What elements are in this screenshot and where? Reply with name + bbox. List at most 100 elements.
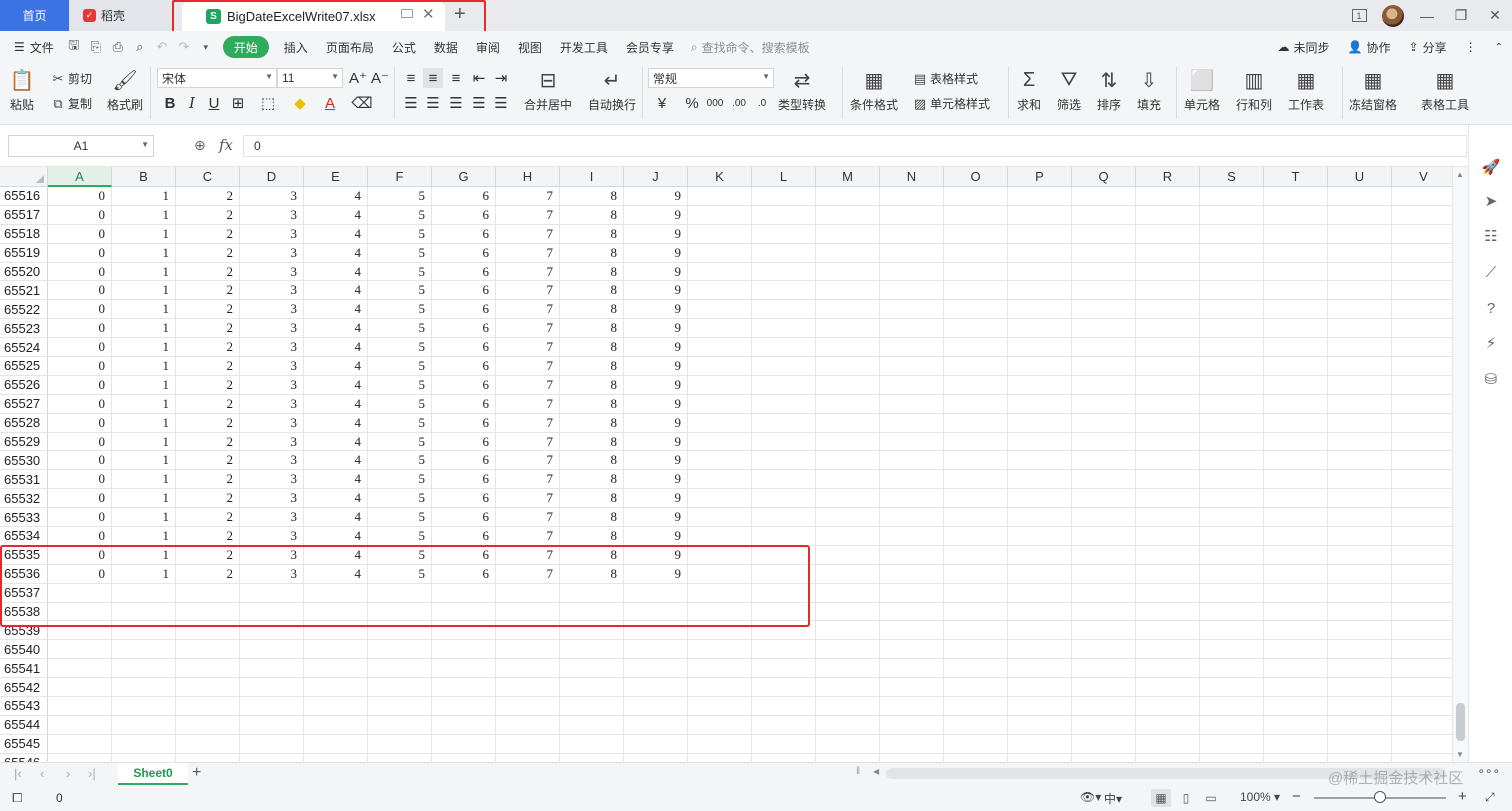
table-style-button[interactable]: ▤ 表格样式: [912, 70, 978, 87]
cell[interactable]: [1136, 564, 1200, 584]
cell[interactable]: 7: [496, 281, 560, 301]
cell[interactable]: [304, 678, 368, 698]
cell[interactable]: 7: [496, 508, 560, 528]
cell[interactable]: [1392, 206, 1452, 225]
cell[interactable]: [816, 545, 880, 565]
cell[interactable]: 2: [176, 470, 240, 490]
cell[interactable]: 6: [432, 508, 496, 528]
page-layout-view-icon[interactable]: ▯: [1176, 789, 1196, 807]
cell[interactable]: 8: [560, 413, 624, 433]
column-header-g[interactable]: G: [432, 167, 496, 187]
cell[interactable]: [880, 564, 944, 584]
cell[interactable]: [240, 753, 304, 762]
cell[interactable]: [1328, 545, 1392, 565]
cell[interactable]: 8: [560, 451, 624, 471]
cell[interactable]: 0: [48, 224, 112, 244]
cell[interactable]: [688, 413, 752, 433]
cell[interactable]: [688, 300, 752, 320]
cell[interactable]: [816, 205, 880, 225]
cell[interactable]: [1136, 262, 1200, 282]
cell[interactable]: 7: [496, 470, 560, 490]
cell[interactable]: [1136, 470, 1200, 490]
tab-review[interactable]: 审阅: [467, 36, 509, 58]
paste-button[interactable]: 📋 粘贴: [8, 67, 36, 113]
cell[interactable]: [1008, 338, 1072, 358]
lightning-icon[interactable]: ⚡: [1481, 333, 1501, 353]
row-header[interactable]: 65542: [0, 678, 48, 698]
cell[interactable]: 3: [240, 357, 304, 376]
cell[interactable]: [688, 470, 752, 490]
cell[interactable]: [1392, 338, 1452, 358]
column-header-j[interactable]: J: [624, 167, 688, 187]
cell[interactable]: [1392, 300, 1452, 320]
align-center-icon[interactable]: ☰: [423, 93, 443, 113]
cell[interactable]: [1328, 394, 1392, 414]
cell[interactable]: 9: [624, 375, 688, 395]
cell[interactable]: [1264, 262, 1328, 282]
cell[interactable]: 3: [240, 319, 304, 339]
cell[interactable]: [1200, 697, 1264, 716]
scroll-down-icon[interactable]: ▼: [1456, 750, 1464, 759]
cell[interactable]: [1072, 338, 1136, 358]
cell-style-button[interactable]: ▨ 单元格样式: [912, 95, 990, 112]
add-sheet-button[interactable]: +: [192, 764, 201, 782]
row-header[interactable]: 65540: [0, 640, 48, 660]
cell[interactable]: [1264, 394, 1328, 414]
cell[interactable]: 9: [624, 243, 688, 263]
cell[interactable]: [1328, 224, 1392, 244]
cell[interactable]: [752, 715, 816, 735]
tab-data[interactable]: 数据: [425, 36, 467, 58]
cell[interactable]: 9: [624, 432, 688, 452]
cell[interactable]: [944, 300, 1008, 320]
cell[interactable]: [1200, 678, 1264, 698]
cell[interactable]: [1072, 413, 1136, 433]
cell[interactable]: [432, 753, 496, 762]
cell[interactable]: [1200, 602, 1264, 622]
cell[interactable]: [1328, 659, 1392, 679]
cell[interactable]: [112, 640, 176, 660]
cell[interactable]: 3: [240, 187, 304, 206]
cell[interactable]: [1136, 205, 1200, 225]
cell[interactable]: [1136, 243, 1200, 263]
cell[interactable]: 6: [432, 375, 496, 395]
cell[interactable]: [496, 678, 560, 698]
cell[interactable]: [1264, 357, 1328, 376]
number-format-select[interactable]: 常规 ▼: [648, 68, 774, 88]
cell[interactable]: [752, 470, 816, 490]
cell[interactable]: [1008, 734, 1072, 754]
cell[interactable]: [1072, 470, 1136, 490]
cell[interactable]: 7: [496, 413, 560, 433]
sheet-tab-sheet0[interactable]: Sheet0: [118, 763, 188, 785]
cell[interactable]: 4: [304, 508, 368, 528]
cell[interactable]: [1392, 357, 1452, 376]
minimize-button[interactable]: —: [1410, 0, 1444, 31]
print-icon[interactable]: ⎙: [107, 36, 129, 58]
cell[interactable]: [48, 715, 112, 735]
cell[interactable]: [816, 470, 880, 490]
cell[interactable]: [944, 583, 1008, 603]
cell[interactable]: [1264, 583, 1328, 603]
cell[interactable]: 4: [304, 262, 368, 282]
cell[interactable]: 1: [112, 319, 176, 339]
cell[interactable]: [176, 715, 240, 735]
row-header[interactable]: 65517: [0, 205, 48, 225]
cell[interactable]: 3: [240, 470, 304, 490]
cell[interactable]: 4: [304, 432, 368, 452]
cell[interactable]: [1008, 300, 1072, 320]
cell[interactable]: [944, 375, 1008, 395]
cell[interactable]: [1392, 584, 1452, 603]
underline-icon[interactable]: U: [204, 93, 224, 113]
cell[interactable]: 8: [560, 357, 624, 376]
cell[interactable]: [688, 432, 752, 452]
cell[interactable]: 0: [48, 319, 112, 339]
cell[interactable]: 2: [176, 413, 240, 433]
cell[interactable]: [880, 527, 944, 546]
cell[interactable]: [304, 734, 368, 754]
cell[interactable]: [880, 187, 944, 206]
cell[interactable]: 1: [112, 262, 176, 282]
cell[interactable]: [368, 640, 432, 660]
cell[interactable]: [432, 640, 496, 660]
cell[interactable]: [1392, 735, 1452, 754]
cell[interactable]: [112, 678, 176, 698]
cell[interactable]: 0: [48, 432, 112, 452]
